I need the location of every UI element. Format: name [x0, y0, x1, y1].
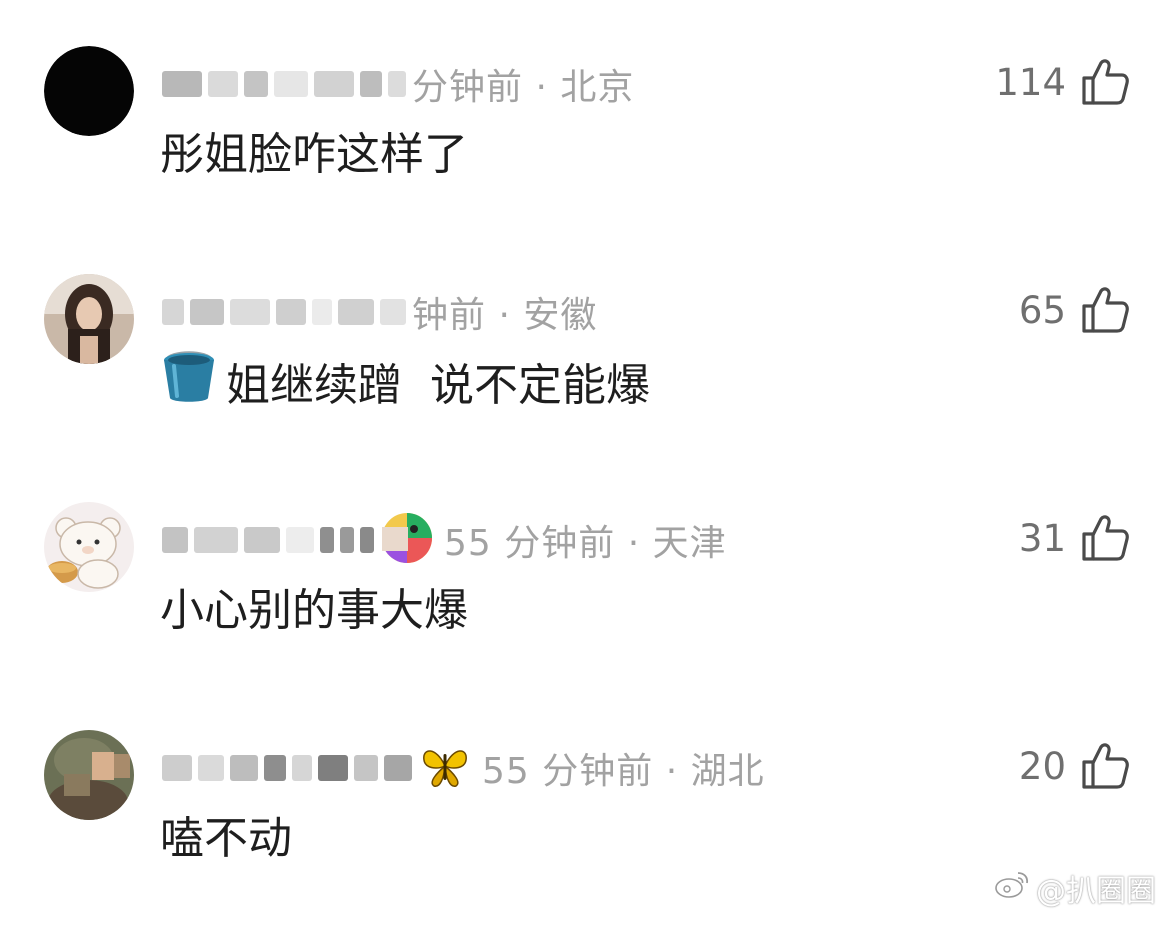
user-avatar[interactable]: [44, 502, 134, 592]
comment-text: 嗑不动: [160, 802, 292, 866]
colorful-badge-icon: [380, 511, 434, 569]
comment-meta: 钟前 · 安徽: [162, 282, 597, 342]
blurred-username[interactable]: [162, 299, 406, 325]
comment-body: 嗑不动: [160, 813, 292, 864]
comment-body: 小心别的事大爆: [160, 585, 468, 636]
black-avatar: [44, 46, 134, 136]
time-location: 钟前 · 安徽: [412, 295, 598, 336]
child-photo-avatar: [44, 730, 134, 820]
watermark: @扒圈圈: [994, 866, 1156, 910]
time-location: 分钟前 · 北京: [412, 67, 635, 108]
watermark-text: @扒圈圈: [1036, 874, 1156, 909]
comment-text: 小心别的事大爆: [160, 574, 468, 638]
thumbs-up-icon[interactable]: [1080, 513, 1130, 563]
comment-text: 彤姐脸咋这样了: [160, 118, 468, 182]
time-location: 55 分钟前 · 天津: [444, 523, 727, 564]
comment-item: 钟前 · 安徽 姐继续蹭 说不定能爆 65: [0, 274, 1170, 474]
like-button[interactable]: 114: [995, 52, 1130, 112]
girl-photo-avatar: [44, 274, 134, 364]
comment-item: 55 分钟前 · 天津 小心别的事大爆 31: [0, 502, 1170, 702]
like-count: 31: [1018, 516, 1066, 560]
bucket-icon: [160, 346, 218, 415]
like-button[interactable]: 20: [1019, 736, 1130, 796]
bear-avatar: [44, 502, 134, 592]
user-avatar[interactable]: [44, 46, 134, 136]
like-count: 114: [995, 60, 1066, 104]
comment-meta: 55 分钟前 · 湖北: [162, 738, 765, 798]
thumbs-up-icon[interactable]: [1080, 57, 1130, 107]
weibo-icon: [994, 869, 1030, 907]
blurred-username[interactable]: [162, 71, 406, 97]
thumbs-up-icon[interactable]: [1080, 285, 1130, 335]
user-avatar[interactable]: [44, 274, 134, 364]
comment-meta: 55 分钟前 · 天津: [162, 510, 727, 570]
like-count: 65: [1018, 288, 1066, 332]
thumbs-up-icon[interactable]: [1080, 741, 1130, 791]
like-count: 20: [1018, 744, 1066, 788]
comment-item: 分钟前 · 北京 彤姐脸咋这样了 114: [0, 46, 1170, 246]
comment-body: 姐继续蹭 说不定能爆: [226, 359, 650, 411]
comment-text: 姐继续蹭 说不定能爆: [160, 346, 650, 415]
blurred-username[interactable]: [162, 527, 374, 553]
time-location: 55 分钟前 · 湖北: [482, 751, 765, 792]
like-button[interactable]: 65: [1019, 280, 1130, 340]
comment-meta: 分钟前 · 北京: [162, 54, 634, 114]
user-avatar[interactable]: [44, 730, 134, 820]
comment-body: 彤姐脸咋这样了: [160, 129, 468, 180]
butterfly-icon: [418, 742, 472, 794]
like-button[interactable]: 31: [1019, 508, 1130, 568]
blurred-username[interactable]: [162, 755, 412, 781]
